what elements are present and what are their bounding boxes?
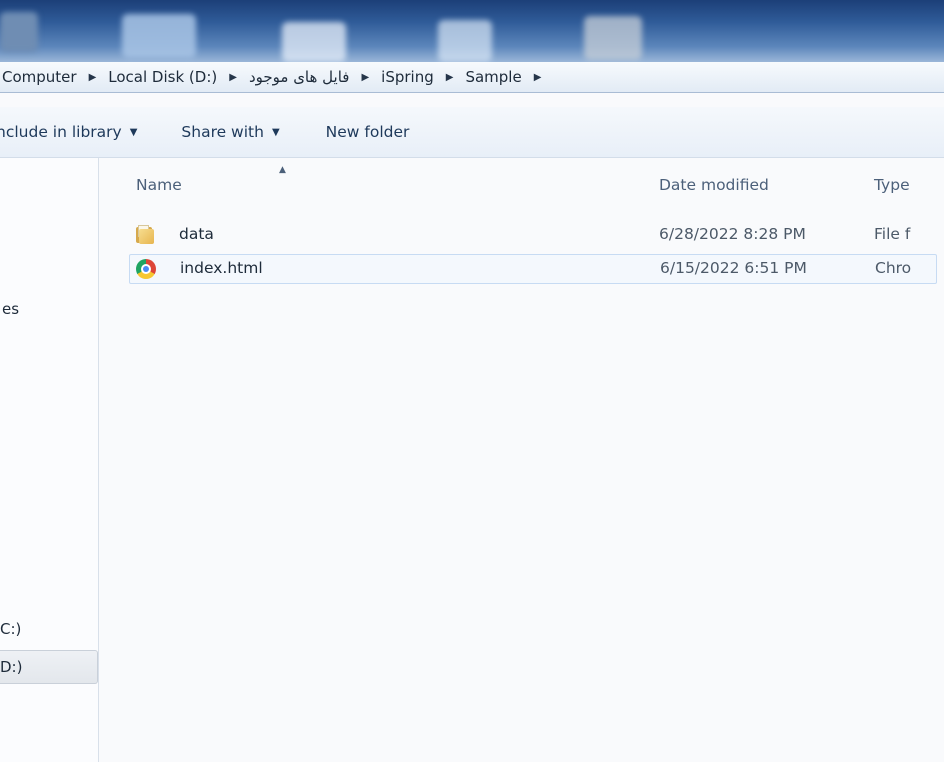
file-date-modified: 6/15/2022 6:51 PM bbox=[660, 259, 807, 277]
title-bar bbox=[0, 0, 944, 62]
column-header-date-modified[interactable]: Date modified bbox=[659, 176, 769, 194]
blurred-desktop-icon bbox=[0, 12, 38, 52]
blurred-desktop-icon bbox=[282, 22, 346, 62]
file-type: Chro bbox=[875, 259, 912, 277]
command-toolbar: nclude in library ▼ Share with ▼ New fol… bbox=[0, 107, 944, 158]
share-with-button[interactable]: Share with ▼ bbox=[181, 123, 279, 141]
breadcrumb-separator-icon[interactable]: ▶ bbox=[221, 72, 245, 83]
column-header-type[interactable]: Type bbox=[874, 176, 910, 194]
share-with-label: Share with bbox=[181, 123, 264, 141]
file-list: Name ▲ Date modified Type data 6/28/2022… bbox=[99, 158, 944, 762]
new-folder-button[interactable]: New folder bbox=[326, 123, 410, 141]
chrome-icon bbox=[136, 259, 156, 279]
file-name: data bbox=[179, 225, 214, 243]
breadcrumb-computer[interactable]: Computer bbox=[0, 68, 81, 86]
blurred-desktop-icon bbox=[122, 14, 196, 58]
nav-item-drive-d-selected[interactable]: D:) bbox=[0, 650, 98, 684]
sort-ascending-icon: ▲ bbox=[279, 165, 286, 175]
breadcrumb-separator-icon[interactable]: ▶ bbox=[81, 72, 105, 83]
blurred-desktop-icon bbox=[438, 20, 492, 62]
new-folder-label: New folder bbox=[325, 123, 410, 141]
breadcrumb-separator-icon[interactable]: ▶ bbox=[526, 72, 550, 83]
breadcrumb-sample[interactable]: Sample bbox=[461, 68, 525, 86]
file-type: File f bbox=[874, 225, 911, 243]
breadcrumb-local-disk-d[interactable]: Local Disk (D:) bbox=[104, 68, 221, 86]
breadcrumb-ispring[interactable]: iSpring bbox=[377, 68, 438, 86]
file-row-data-folder[interactable]: data 6/28/2022 8:28 PM File f bbox=[129, 220, 944, 249]
include-in-library-button[interactable]: nclude in library ▼ bbox=[0, 123, 137, 141]
nav-item-libraries[interactable]: es bbox=[2, 300, 19, 318]
dropdown-caret-icon: ▼ bbox=[271, 126, 280, 138]
file-name: index.html bbox=[180, 259, 263, 277]
include-in-library-label: nclude in library bbox=[0, 123, 122, 141]
blurred-desktop-icon bbox=[584, 16, 642, 60]
breadcrumb-separator-icon[interactable]: ▶ bbox=[438, 72, 462, 83]
column-headers: Name ▲ Date modified Type bbox=[99, 158, 944, 208]
file-row-index-html-selected[interactable]: index.html 6/15/2022 6:51 PM Chro bbox=[129, 254, 937, 284]
breadcrumb-separator-icon[interactable]: ▶ bbox=[353, 72, 377, 83]
dropdown-caret-icon: ▼ bbox=[129, 126, 138, 138]
column-header-name[interactable]: Name bbox=[136, 176, 182, 194]
file-date-modified: 6/28/2022 8:28 PM bbox=[659, 225, 806, 243]
navigation-pane[interactable]: es C:) D:) bbox=[0, 158, 99, 762]
address-bar-breadcrumb[interactable]: Computer ▶ Local Disk (D:) ▶ فایل های مو… bbox=[0, 62, 944, 93]
nav-item-drive-c[interactable]: C:) bbox=[0, 620, 21, 638]
breadcrumb-existing-files-folder[interactable]: فایل های موجود bbox=[245, 68, 354, 86]
explorer-window: Computer ▶ Local Disk (D:) ▶ فایل های مو… bbox=[0, 0, 944, 762]
